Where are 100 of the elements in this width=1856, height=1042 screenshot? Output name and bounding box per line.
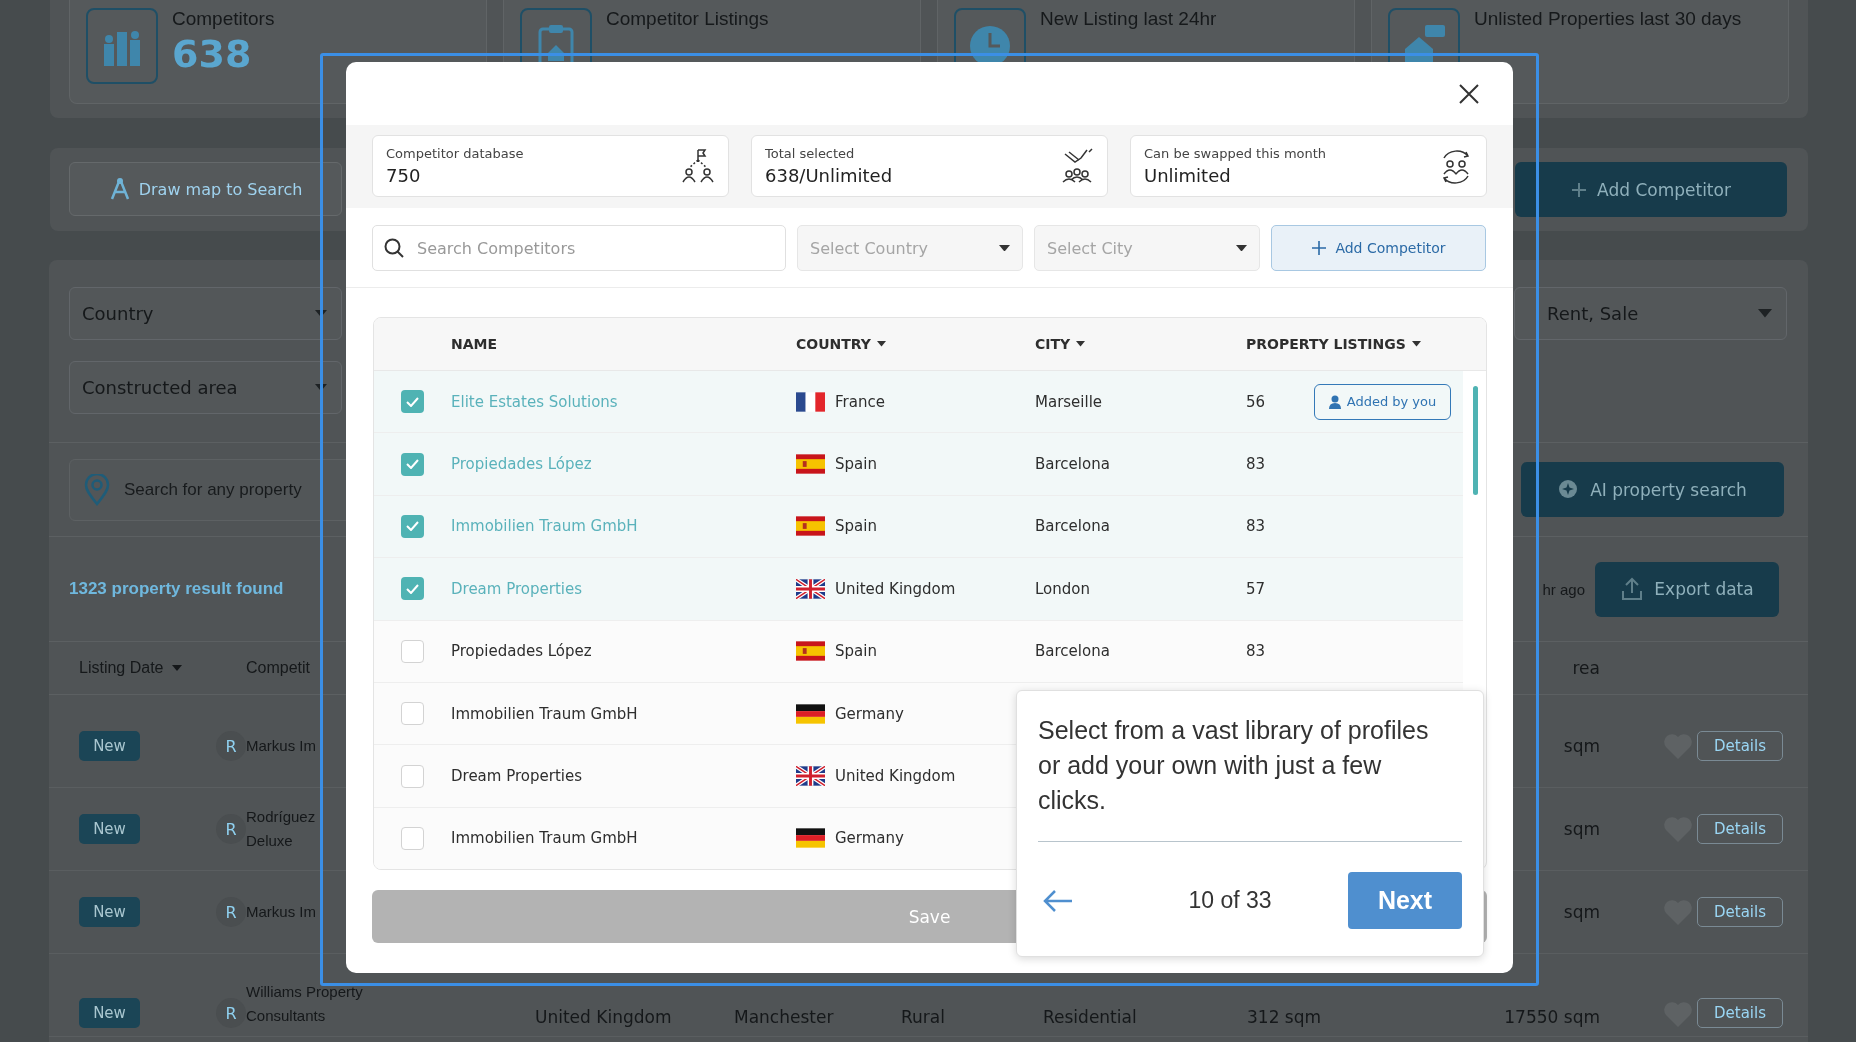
stat-label: Unlisted Properties last 30 days [1474,8,1742,30]
row-checkbox[interactable] [401,639,424,663]
competitor-name: Williams Property Consultants [246,982,364,1026]
search-icon [384,238,404,258]
flag-icon [796,641,825,662]
table-cell-text: Rural [901,1006,946,1028]
close-icon [1458,82,1480,105]
competitor-name: Rodríguez Deluxe [246,807,317,851]
avatar: R [216,731,246,761]
caret-icon [999,244,1010,252]
table-cell-text: Manchester [734,1006,835,1028]
new-badge: New [79,731,140,761]
new-badge: New [79,897,140,927]
country-cell: Spain [835,455,877,474]
added-by-you-badge: Added by you [1314,383,1451,420]
country-cell: United Kingdom [835,767,956,786]
arrow-left-icon [1042,888,1074,913]
export-button[interactable]: Export data [1595,561,1779,617]
column-header[interactable]: PROPERTY LISTINGS [1246,336,1463,352]
row-checkbox[interactable] [401,764,424,788]
flag-icon [796,391,825,412]
country-cell: Germany [835,829,904,848]
details-button[interactable]: Details [1697,897,1783,927]
row-checkbox[interactable] [401,826,424,850]
city-cell-text: Marseille [1035,392,1104,411]
listings-cell-text: 83 [1246,517,1267,536]
results-count: 1323 property result found [69,579,284,599]
column-header[interactable]: COUNTRY [796,336,1035,352]
step-counter: 10 of 33 [1188,887,1272,914]
next-button[interactable]: Next [1348,872,1462,929]
draw-map-button[interactable]: Draw map to Search [69,162,342,216]
city-cell-text: Barcelona [1035,517,1111,536]
country-cell: Spain [835,642,877,661]
flag-icon [796,828,825,849]
caret-icon [876,341,886,347]
stat-label: Competitor Listings [606,8,769,30]
listings-cell-text: 83 [1246,642,1267,661]
caret-icon [315,383,327,392]
details-button[interactable]: Details [1697,998,1783,1028]
competitor-name: Markus Im [246,736,317,756]
plus-icon [1311,240,1328,256]
column-header[interactable]: CITY [1035,336,1246,352]
country-cell: Germany [835,704,904,723]
table-cell-text: Residential [1043,1006,1138,1028]
competitor-name: Dream Properties [451,579,583,598]
team-flag-icon [680,148,716,184]
scrollbar-thumb[interactable] [1473,386,1478,495]
check-icon [406,583,419,594]
check-icon [406,459,419,470]
avatar: R [216,814,246,844]
caret-icon [315,309,327,318]
location-pin-icon [84,473,110,506]
competitor-name: Immobilien Traum GmbH [451,829,639,848]
ai-search-button[interactable]: AI property search [1521,462,1784,517]
summary-value: Unlimited [1144,165,1232,186]
add-competitor-button[interactable]: Add Competitor [1271,225,1486,271]
table-cell-text: sqm [1562,901,1600,923]
details-button[interactable]: Details [1697,731,1783,761]
flag-icon [796,578,825,599]
plus-icon [1571,181,1588,198]
competitor-name: Propiedades López [451,642,593,661]
competitor-name: Immobilien Traum GmbH [451,704,639,723]
country-cell: Spain [835,517,877,536]
city-cell-text: Barcelona [1035,455,1111,474]
row-checkbox[interactable] [401,577,424,601]
caret-icon [1758,309,1772,318]
caret-icon [1411,341,1421,347]
competitor-name: Propiedades López [451,455,593,474]
summary-value: 750 [386,165,422,186]
upload-icon [1620,577,1645,601]
add-competitor-button[interactable]: Add Competitor [1515,162,1787,217]
row-checkbox[interactable] [401,390,424,414]
caret-icon [171,665,182,671]
new-badge: New [79,814,140,844]
competitor-name: Immobilien Traum GmbH [451,517,639,536]
column-header[interactable]: NAME [451,336,796,352]
competitor-name: Markus Im [246,902,317,922]
competitor-name: Dream Properties [451,767,583,786]
country-cell: France [835,392,885,411]
table-cell-text: sqm [1562,735,1600,757]
flag-icon [796,766,825,787]
caret-icon [1076,341,1086,347]
listings-cell-text: 56 [1246,392,1267,411]
updated-time: hr ago [1542,580,1585,598]
table-cell-text: sqm [1562,818,1600,840]
city-cell-text: Barcelona [1035,642,1111,661]
details-button[interactable]: Details [1697,814,1783,844]
avatar: R [216,897,246,927]
new-badge: New [79,998,140,1028]
check-icon [406,521,419,532]
flag-icon [796,703,825,724]
search-field[interactable]: Search Competitors [372,225,786,271]
row-checkbox[interactable] [401,452,424,476]
listings-cell-text: 57 [1246,579,1267,598]
city-cell-text: London [1035,579,1091,598]
row-checkbox[interactable] [401,702,424,726]
listings-cell-text: 83 [1246,455,1267,474]
avatar: R [216,998,246,1028]
competitor-name: Elite Estates Solutions [451,392,619,411]
row-checkbox[interactable] [401,514,424,538]
